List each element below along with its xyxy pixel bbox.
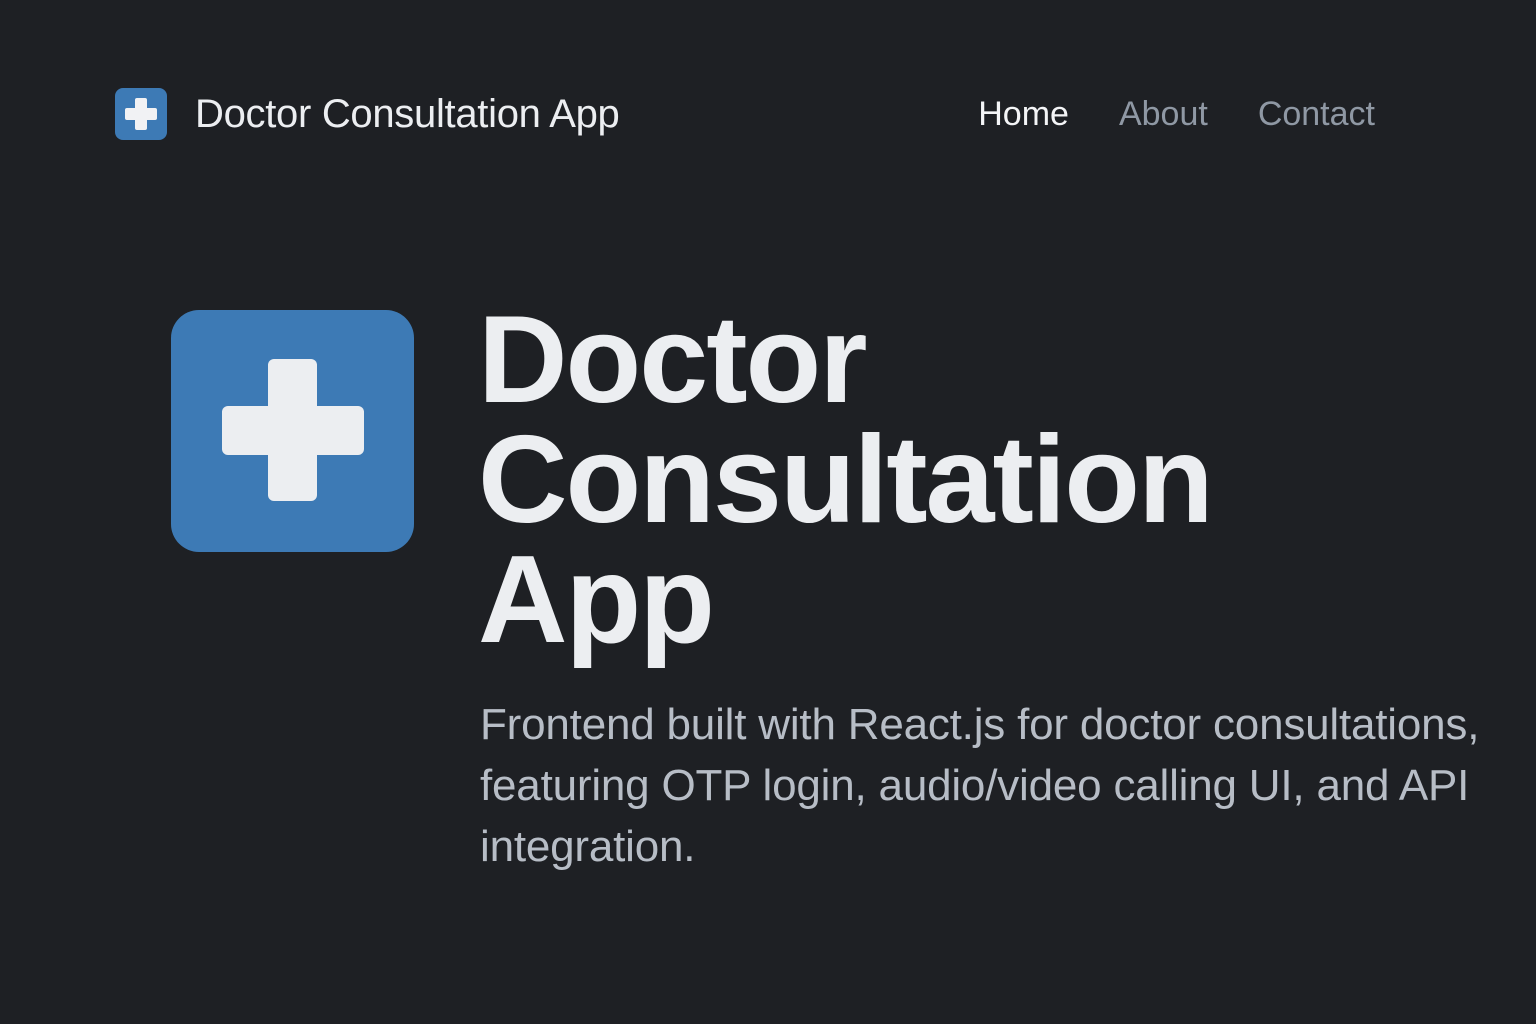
brand-link[interactable]: Doctor Consultation App <box>115 87 620 141</box>
hero-title-line-1: Doctor <box>478 291 868 429</box>
main-nav: Home About Contact <box>928 87 1375 141</box>
nav-contact-link[interactable]: Contact <box>1258 87 1375 141</box>
page: Doctor Consultation App Home About Conta… <box>0 0 1536 1024</box>
brand-title: Doctor Consultation App <box>195 92 620 136</box>
medical-cross-icon <box>115 88 167 140</box>
hero-medical-cross-icon <box>171 310 414 552</box>
hero-title-line-3: App <box>478 531 715 669</box>
nav-home-link[interactable]: Home <box>978 87 1069 141</box>
hero-title-line-2: Consultation <box>478 411 1214 549</box>
top-navbar: Doctor Consultation App Home About Conta… <box>115 87 1375 141</box>
nav-about-link[interactable]: About <box>1119 87 1208 141</box>
hero-description: Frontend built with React.js for doctor … <box>480 700 1480 871</box>
hero-title: Doctor Consultation App <box>478 291 1478 669</box>
